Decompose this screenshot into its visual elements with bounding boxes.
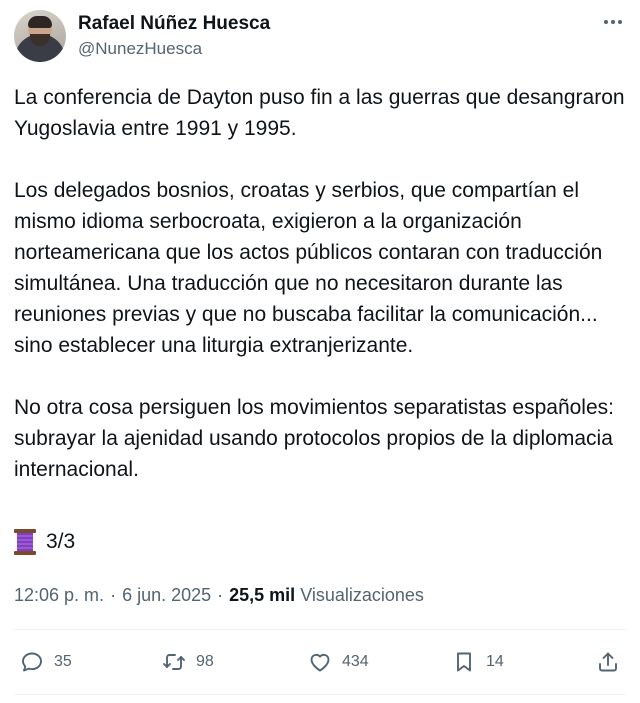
thread-counter: 3/3 xyxy=(14,527,75,557)
like-count: 434 xyxy=(342,653,369,670)
avatar-hair xyxy=(28,16,52,28)
share-button[interactable] xyxy=(596,646,620,678)
heart-icon xyxy=(310,653,330,672)
more-options-icon[interactable] xyxy=(600,12,626,32)
views-label: Visualizaciones xyxy=(300,584,424,605)
reply-icon xyxy=(22,652,42,672)
bookmark-count: 14 xyxy=(486,653,504,670)
like-button[interactable]: 434 xyxy=(308,646,369,678)
thread-spool-icon xyxy=(14,529,36,555)
meta-separator: · xyxy=(217,584,224,605)
author-avatar[interactable] xyxy=(14,10,66,62)
tweet-card: Rafael Núñez Huesca @NunezHuesca La conf… xyxy=(0,0,640,703)
action-bar: 35 98 434 14 xyxy=(14,640,626,684)
views-count[interactable]: 25,5 mil xyxy=(229,585,295,606)
tweet-paragraph-1: La conferencia de Dayton puso fin a las … xyxy=(14,86,625,140)
thread-counter-text: 3/3 xyxy=(46,530,76,553)
meta-separator: · xyxy=(110,584,117,605)
author-handle[interactable]: @NunezHuesca xyxy=(78,38,270,60)
reply-button[interactable]: 35 xyxy=(20,646,72,678)
tweet-header: Rafael Núñez Huesca @NunezHuesca xyxy=(14,10,626,66)
divider-top xyxy=(14,629,626,630)
repost-button[interactable]: 98 xyxy=(162,646,214,678)
tweet-paragraph-2: Los delegados bosnios, croatas y serbios… xyxy=(14,179,603,357)
reply-count: 35 xyxy=(54,653,72,670)
tweet-time[interactable]: 12:06 p. m. xyxy=(14,585,104,606)
author-names: Rafael Núñez Huesca @NunezHuesca xyxy=(78,12,270,60)
divider-bottom xyxy=(14,694,626,695)
repost-icon xyxy=(163,654,185,670)
repost-count: 98 xyxy=(196,653,214,670)
bookmark-button[interactable]: 14 xyxy=(452,646,504,678)
tweet-date[interactable]: 6 jun. 2025 xyxy=(122,585,211,606)
tweet-meta: 12:06 p. m. · 6 jun. 2025 · 25,5 mil Vis… xyxy=(14,582,424,608)
tweet-paragraph-3: No otra cosa persiguen los movimientos s… xyxy=(14,396,614,481)
tweet-text: La conferencia de Dayton puso fin a las … xyxy=(14,82,626,485)
avatar-beard xyxy=(30,34,50,46)
author-display-name[interactable]: Rafael Núñez Huesca xyxy=(78,12,270,36)
share-icon xyxy=(599,652,617,672)
bookmark-icon xyxy=(457,652,471,672)
